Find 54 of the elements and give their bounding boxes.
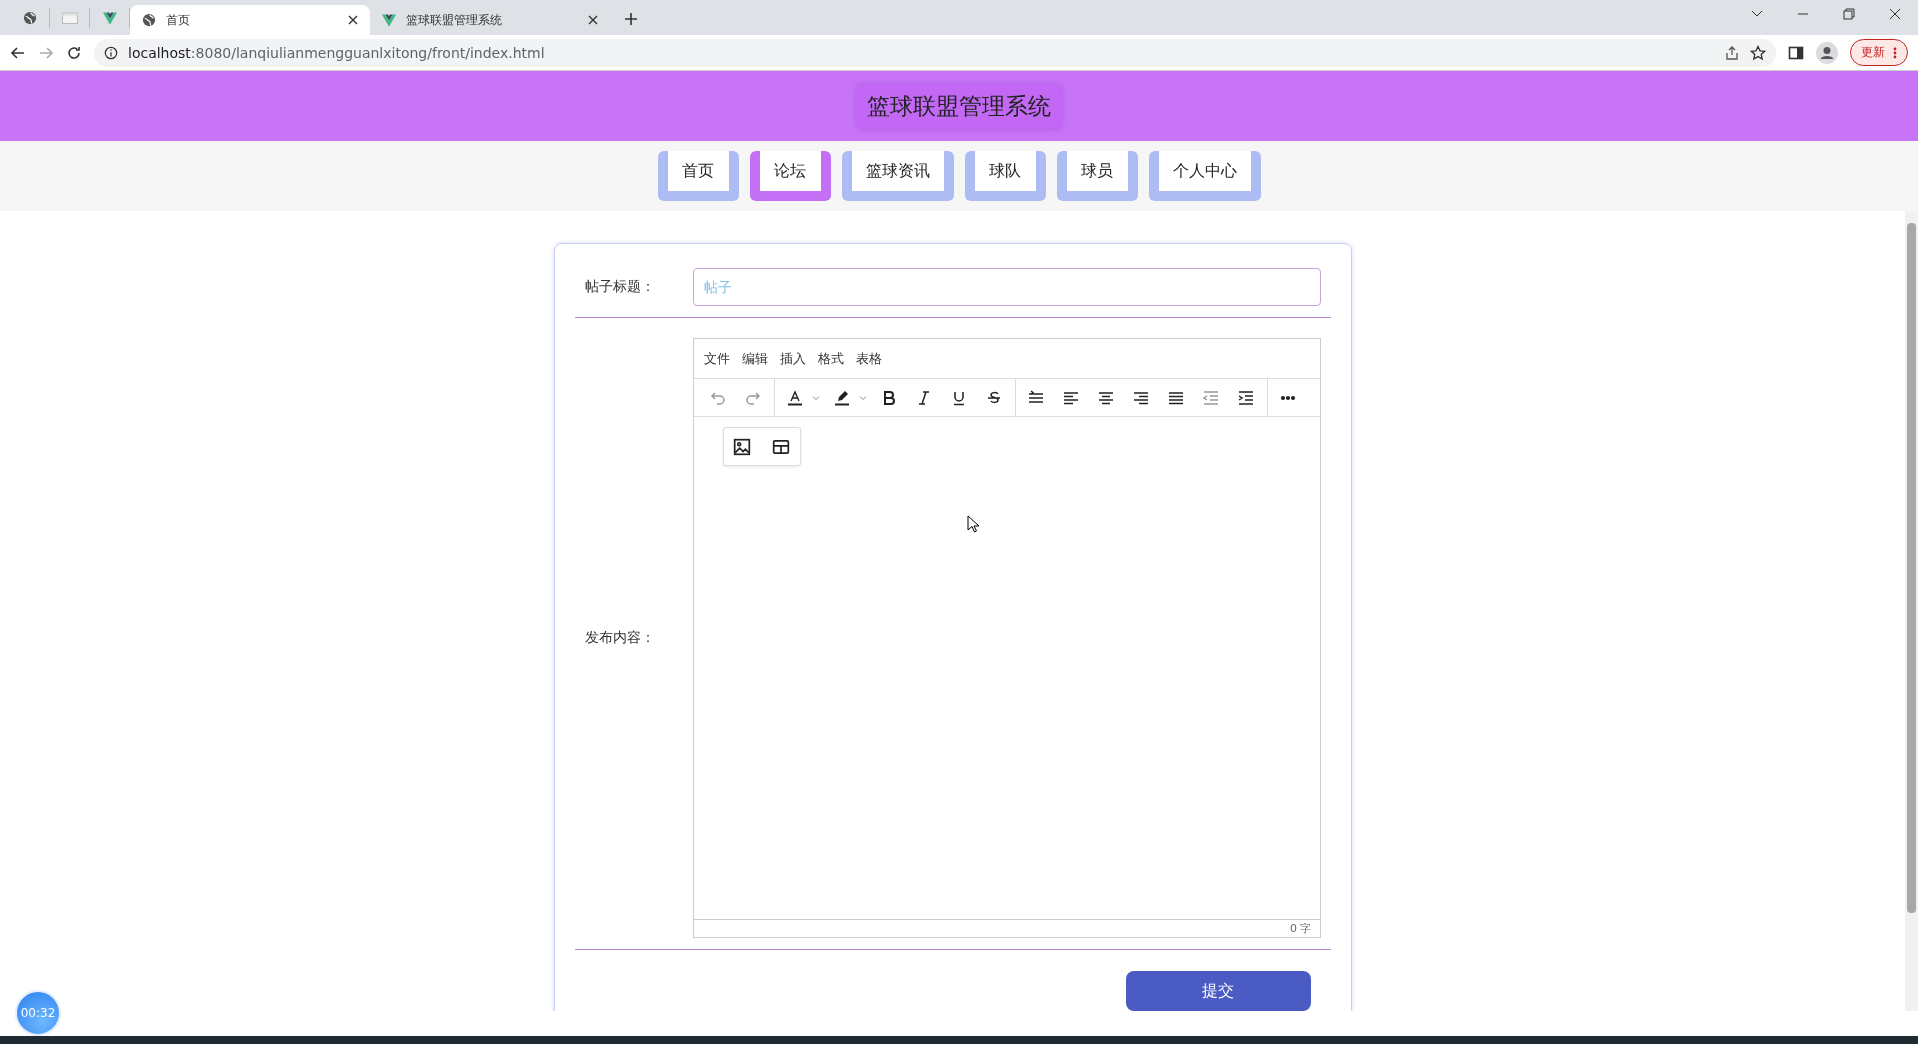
globe-icon (142, 13, 156, 27)
submit-button[interactable]: 提交 (1125, 971, 1311, 1011)
nav-tab[interactable]: 首页 (657, 151, 739, 201)
close-icon[interactable] (348, 15, 358, 25)
nav-tab[interactable]: 球队 (964, 151, 1046, 201)
scrollbar[interactable] (1905, 211, 1918, 1011)
v-logo-icon (102, 11, 117, 25)
line-height-icon[interactable] (1028, 389, 1045, 406)
menu-item[interactable]: 格式 (814, 345, 849, 372)
bold-icon[interactable] (881, 389, 898, 406)
rich-text-editor[interactable]: 文件 编辑 插入 格式 表格 0 字 (693, 338, 1321, 938)
new-tab-icon[interactable] (624, 12, 638, 26)
star-icon[interactable] (1750, 44, 1766, 61)
nav-tab[interactable]: 论坛 (749, 151, 831, 201)
align-center-icon[interactable] (1098, 389, 1115, 406)
title-input[interactable]: 帖子 (693, 268, 1321, 306)
share-icon[interactable] (1724, 44, 1740, 61)
field-label: 发布内容： (584, 629, 656, 647)
menu-item[interactable]: 表格 (852, 345, 887, 372)
redo-icon[interactable] (745, 389, 762, 406)
align-right-icon[interactable] (1133, 389, 1150, 406)
justify-icon[interactable] (1168, 389, 1185, 406)
back-icon[interactable] (10, 44, 26, 61)
nav-tab[interactable]: 球员 (1056, 151, 1138, 201)
site-title: 篮球联盟管理系统 (857, 84, 1061, 128)
update-button[interactable]: 更新 (1850, 39, 1908, 66)
profile-icon[interactable] (1816, 41, 1838, 64)
cursor-icon (967, 515, 980, 533)
nav-tab[interactable]: 篮球资讯 (841, 151, 954, 201)
reload-icon[interactable] (66, 44, 82, 61)
highlighter-icon[interactable] (834, 389, 851, 406)
strikethrough-icon[interactable] (986, 389, 1003, 406)
menu-item[interactable]: 文件 (700, 345, 735, 372)
browser-tab[interactable]: 首页 (130, 5, 370, 35)
image-icon[interactable] (733, 437, 752, 456)
word-count: 0 字 (1290, 921, 1312, 936)
table-icon[interactable] (772, 437, 791, 456)
menu-item[interactable]: 插入 (776, 345, 811, 372)
field-label: 帖子标题： (584, 277, 656, 296)
menu-item[interactable]: 编辑 (738, 345, 773, 372)
side-panel-icon[interactable] (1788, 44, 1804, 61)
info-icon[interactable] (104, 45, 118, 60)
browser-tab[interactable]: 篮球联盟管理系统 (370, 5, 610, 35)
align-left-icon[interactable] (1063, 389, 1080, 406)
more-icon (1893, 46, 1897, 59)
globe-icon (22, 11, 37, 25)
v-logo-icon (382, 13, 396, 27)
indent-icon[interactable] (1238, 389, 1255, 406)
text-color-icon[interactable] (787, 389, 804, 406)
nav-tab[interactable]: 个人中心 (1148, 151, 1261, 201)
close-icon[interactable] (588, 15, 598, 25)
undo-icon[interactable] (710, 389, 727, 406)
address-bar[interactable]: localhost:8080/lanqiulianmengguanlxitong/front/index.html (94, 38, 1776, 67)
timer-badge: 00:32 (15, 990, 61, 1036)
